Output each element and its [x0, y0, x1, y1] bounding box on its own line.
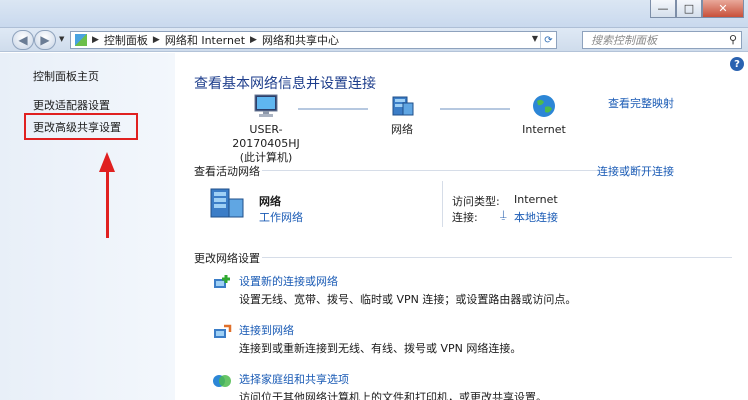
- access-type-label: 访问类型:: [452, 195, 500, 208]
- view-full-map-link[interactable]: 查看完整映射: [608, 95, 674, 111]
- annotation-highlight-box: [24, 113, 138, 140]
- breadcrumb-network-sharing-center[interactable]: 网络和共享中心: [262, 32, 339, 48]
- breadcrumb-separator-icon[interactable]: ▶: [92, 35, 99, 45]
- active-networks-title: 查看活动网络: [194, 165, 260, 178]
- network-icon: [392, 96, 414, 116]
- breadcrumb-control-panel[interactable]: 控制面板: [104, 32, 148, 48]
- address-dropdown-icon[interactable]: ▼: [532, 34, 538, 43]
- connect-to-network-desc: 连接到或重新连接到无线、有线、拨号或 VPN 网络连接。: [239, 342, 522, 355]
- network-map-node-computer[interactable]: USER-20170405HJ (此计算机): [216, 93, 316, 165]
- annotation-arrow-icon: [99, 152, 115, 172]
- homegroup-icon: [213, 375, 231, 387]
- refresh-icon[interactable]: ⟳: [540, 32, 556, 48]
- window-controls: — □ ✕: [650, 0, 744, 18]
- setup-new-connection-link[interactable]: 设置新的连接或网络: [239, 273, 338, 289]
- close-button[interactable]: ✕: [702, 0, 744, 18]
- main-content: ? 查看基本网络信息并设置连接 查看完整映射 USER-20170405HJ (…: [176, 53, 748, 400]
- ethernet-icon: ⍊: [500, 208, 507, 221]
- search-placeholder: 搜索控制面板: [591, 34, 657, 47]
- new-connection-icon: [214, 275, 230, 288]
- connect-network-icon: [214, 324, 232, 338]
- back-button[interactable]: ◀: [12, 30, 34, 50]
- window-titlebar: — □ ✕: [0, 0, 748, 28]
- breadcrumb-network-internet[interactable]: 网络和 Internet: [165, 32, 245, 48]
- address-bar[interactable]: ▶ 控制面板 ▶ 网络和 Internet ▶ 网络和共享中心 ▼ ⟳: [70, 31, 557, 49]
- node-internet-name: Internet: [522, 123, 566, 136]
- network-type-link[interactable]: 工作网络: [259, 209, 303, 225]
- connect-to-network-link[interactable]: 连接到网络: [239, 322, 294, 338]
- breadcrumb-separator-icon[interactable]: ▶: [153, 35, 160, 45]
- network-type-icon: [210, 188, 244, 218]
- setup-new-connection-desc: 设置无线、宽带、拨号、临时或 VPN 连接；或设置路由器或访问点。: [239, 293, 577, 306]
- network-map-node-network[interactable]: 网络: [372, 93, 432, 137]
- forward-button[interactable]: ▶: [34, 30, 56, 50]
- connection-line: [298, 108, 368, 110]
- network-map-node-internet[interactable]: Internet: [514, 93, 574, 137]
- computer-icon: [254, 94, 278, 117]
- node-network-name: 网络: [391, 123, 413, 136]
- sidebar-item-change-adapter-settings[interactable]: 更改适配器设置: [33, 97, 110, 113]
- navigation-bar: ◀ ▶ ▼ ▶ 控制面板 ▶ 网络和 Internet ▶ 网络和共享中心 ▼ …: [0, 28, 748, 52]
- forward-arrow-icon: ▶: [40, 33, 50, 47]
- control-panel-icon: [75, 34, 87, 46]
- maximize-button[interactable]: □: [676, 0, 702, 18]
- column-divider: [442, 181, 443, 227]
- sidebar-item-control-panel-home[interactable]: 控制面板主页: [33, 68, 99, 84]
- section-divider: [262, 257, 732, 258]
- section-divider: [262, 170, 602, 171]
- minimize-button[interactable]: —: [650, 0, 676, 18]
- homegroup-sharing-link[interactable]: 选择家庭组和共享选项: [239, 371, 349, 387]
- connect-or-disconnect-link[interactable]: 连接或断开连接: [597, 163, 674, 179]
- change-network-settings-title: 更改网络设置: [194, 252, 260, 265]
- annotation-arrow-shaft: [106, 170, 109, 238]
- history-dropdown-icon[interactable]: ▼: [59, 35, 64, 43]
- globe-icon: [533, 95, 555, 117]
- homegroup-sharing-desc: 访问位于其他网络计算机上的文件和打印机，或更改共享设置。: [239, 391, 547, 400]
- back-arrow-icon: ◀: [18, 33, 28, 47]
- node-computer-name: USER-20170405HJ: [232, 123, 300, 150]
- breadcrumb-separator-icon[interactable]: ▶: [250, 35, 257, 45]
- help-icon[interactable]: ?: [730, 57, 744, 71]
- page-title: 查看基本网络信息并设置连接: [194, 76, 376, 92]
- access-type-value: Internet: [514, 193, 558, 206]
- connection-label: 连接:: [452, 211, 478, 224]
- active-network-name: 网络: [259, 195, 281, 208]
- search-icon[interactable]: ⚲: [729, 33, 737, 46]
- connection-line: [440, 108, 510, 110]
- search-input[interactable]: 搜索控制面板 ⚲: [582, 31, 742, 49]
- local-connection-link[interactable]: 本地连接: [514, 209, 558, 225]
- sidebar: 控制面板主页 更改适配器设置 更改高级共享设置: [0, 53, 175, 400]
